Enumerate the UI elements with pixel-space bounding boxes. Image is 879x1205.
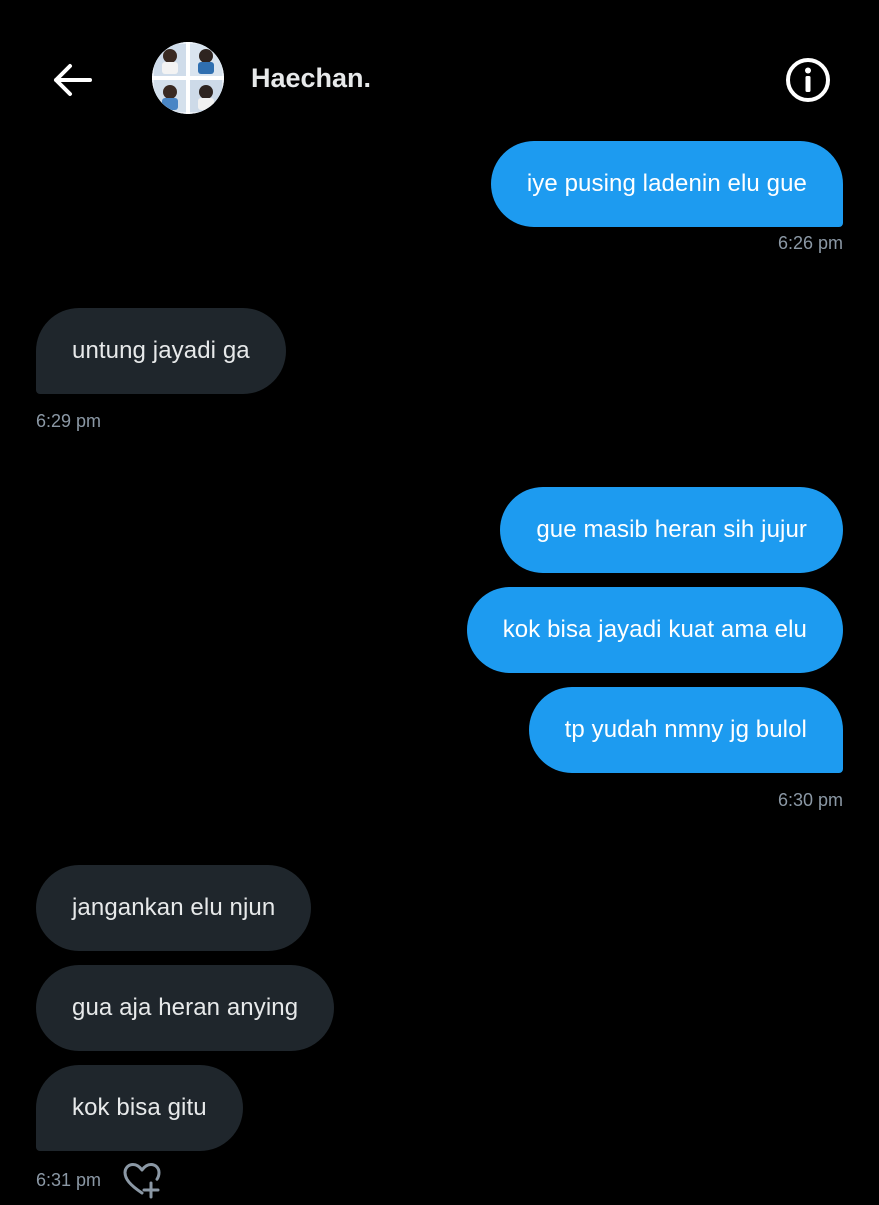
message-text: jangankan elu njun (72, 894, 276, 921)
message-bubble-received[interactable]: kok bisa gitu (36, 1065, 243, 1151)
message-bubble-received[interactable]: jangankan elu njun (36, 865, 312, 951)
message-text: kok bisa gitu (72, 1094, 207, 1121)
message-text: kok bisa jayadi kuat ama elu (502, 616, 807, 643)
info-circle-icon (786, 58, 830, 102)
add-reaction-button[interactable] (122, 1160, 162, 1200)
contact-avatar[interactable] (152, 42, 224, 114)
message-bubble-sent[interactable]: kok bisa jayadi kuat ama elu (466, 587, 843, 673)
message-bubble-sent[interactable]: iye pusing ladenin elu gue (490, 141, 843, 227)
message-timestamp: 6:30 pm (777, 790, 843, 810)
contact-name[interactable]: Haechan. (251, 62, 371, 94)
message-text: gue masib heran sih jujur (536, 516, 807, 543)
message-bubble-sent[interactable]: tp yudah nmny jg bulol (528, 687, 843, 773)
message-timestamp: 6:29 pm (36, 411, 102, 431)
message-text: untung jayadi ga (72, 337, 250, 364)
message-timestamp: 6:26 pm (777, 233, 843, 253)
avatar-image (152, 42, 224, 114)
message-bubble-received[interactable]: gua aja heran anying (36, 965, 335, 1051)
message-text: iye pusing ladenin elu gue (526, 170, 807, 197)
info-button[interactable] (782, 54, 834, 106)
conversation-header: Haechan. (0, 0, 879, 140)
arrow-left-icon (54, 64, 92, 96)
back-button[interactable] (44, 52, 100, 108)
message-text: gua aja heran anying (72, 994, 299, 1021)
message-bubble-sent[interactable]: gue masib heran sih jujur (500, 487, 843, 573)
message-text: tp yudah nmny jg bulol (564, 716, 807, 743)
message-bubble-received[interactable]: untung jayadi ga (36, 308, 286, 394)
heart-plus-icon (123, 1163, 161, 1199)
message-timestamp: 6:31 pm (36, 1170, 102, 1190)
